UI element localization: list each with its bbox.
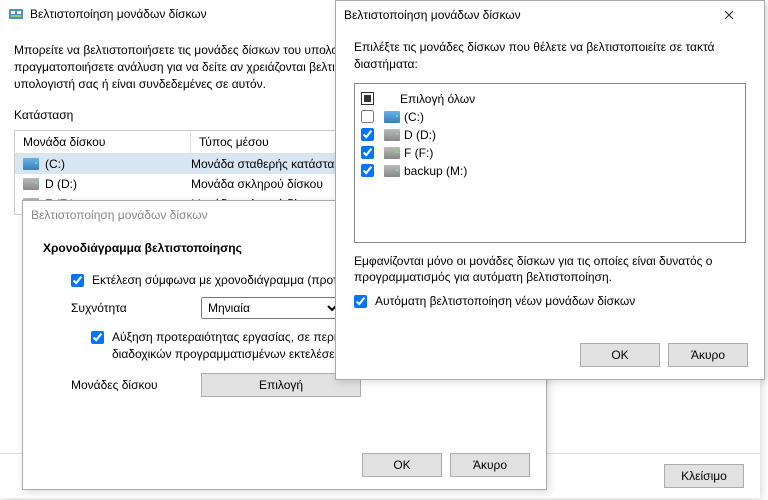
drive-name: (C:) xyxy=(45,157,65,171)
drive-icon xyxy=(384,111,400,123)
auto-optimize-checkbox[interactable] xyxy=(354,295,367,308)
drives-titlebar: Βελτιστοποίηση μονάδων δίσκων xyxy=(336,1,764,29)
ok-button[interactable]: OK xyxy=(362,453,442,477)
drive-item[interactable]: F (F:) xyxy=(361,144,739,162)
drive-checkbox[interactable] xyxy=(361,146,374,159)
drives-list[interactable]: Επιλογή όλων (C:) D (D:) F (F:) backup ( xyxy=(354,83,746,243)
select-all-item[interactable]: Επιλογή όλων xyxy=(361,90,739,108)
col-drive[interactable]: Μονάδα δίσκου xyxy=(15,131,191,153)
app-icon xyxy=(8,6,24,22)
drive-item[interactable]: (C:) xyxy=(361,108,739,126)
cancel-button[interactable]: Άκυρο xyxy=(450,453,530,477)
priority-checkbox[interactable] xyxy=(91,331,104,344)
drive-name: D (D:) xyxy=(45,177,77,191)
drive-item-label: D (D:) xyxy=(404,128,436,142)
drives-title: Βελτιστοποίηση μονάδων δίσκων xyxy=(344,8,724,22)
run-on-schedule-label: Εκτέλεση σύμφωνα με χρονοδιάγραμμα (προτ… xyxy=(92,273,375,287)
drive-item-label: (C:) xyxy=(404,110,424,124)
frequency-select[interactable]: Μηνιαία xyxy=(201,297,341,319)
drive-item-label: backup (M:) xyxy=(404,164,467,178)
drives-description: Επιλέξτε τις μονάδες δίσκων που θέλετε ν… xyxy=(354,39,746,73)
select-all-label: Επιλογή όλων xyxy=(400,92,475,106)
drives-dialog: Βελτιστοποίηση μονάδων δίσκων Επιλέξτε τ… xyxy=(335,0,765,380)
select-all-checkbox[interactable] xyxy=(361,92,374,105)
drive-icon xyxy=(23,178,39,190)
drives-body: Επιλέξτε τις μονάδες δίσκων που θέλετε ν… xyxy=(336,29,764,324)
run-on-schedule-checkbox[interactable] xyxy=(71,274,84,287)
drive-icon xyxy=(384,165,400,177)
frequency-label: Συχνότητα xyxy=(71,301,201,315)
cancel-button[interactable]: Άκυρο xyxy=(668,343,748,367)
drive-item[interactable]: D (D:) xyxy=(361,126,739,144)
auto-optimize-row: Αυτόματη βελτιστοποίηση νέων μονάδων δίσ… xyxy=(354,294,746,308)
drives-note: Εμφανίζονται μόνο οι μονάδες δίσκων για … xyxy=(354,253,746,287)
close-icon[interactable] xyxy=(724,10,756,20)
ok-button[interactable]: OK xyxy=(580,343,660,367)
drive-checkbox[interactable] xyxy=(361,110,374,123)
auto-optimize-label: Αυτόματη βελτιστοποίηση νέων μονάδων δίσ… xyxy=(375,294,635,308)
close-button[interactable]: Κλείσιμο xyxy=(664,464,744,488)
drives-label: Μονάδες δίσκου xyxy=(71,378,201,392)
drive-icon xyxy=(23,158,39,170)
drives-buttons: OK Άκυρο xyxy=(336,331,764,379)
drive-item-label: F (F:) xyxy=(404,146,433,160)
drive-icon xyxy=(384,129,400,141)
drive-checkbox[interactable] xyxy=(361,128,374,141)
schedule-buttons: OK Άκυρο xyxy=(23,441,546,489)
drive-item[interactable]: backup (M:) xyxy=(361,162,739,180)
drive-checkbox[interactable] xyxy=(361,164,374,177)
drive-icon xyxy=(384,147,400,159)
